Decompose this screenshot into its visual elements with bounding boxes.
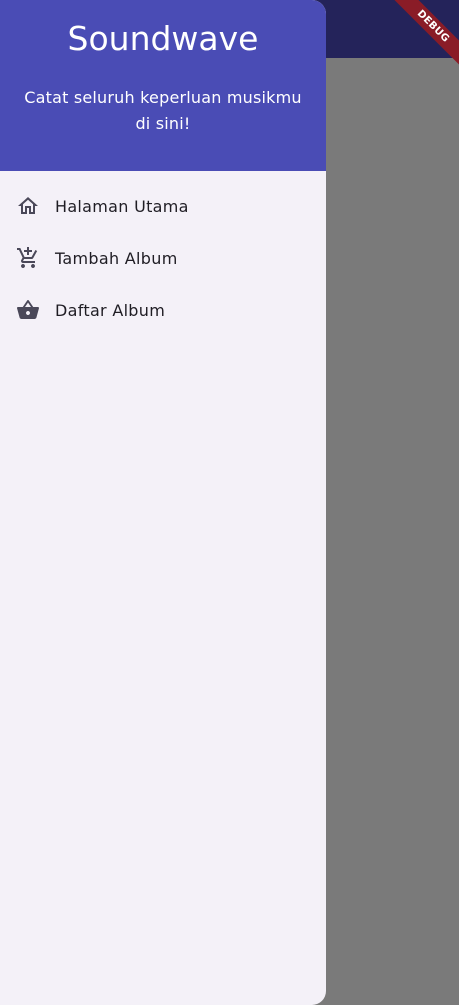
- debug-banner-label: DEBUG: [384, 0, 459, 75]
- drawer-title: Soundwave: [67, 19, 259, 58]
- navigation-drawer: Soundwave Catat seluruh keperluan musikm…: [0, 0, 326, 1005]
- shopping-basket-icon: [16, 298, 40, 322]
- drawer-item-tambah-album[interactable]: Tambah Album: [0, 232, 326, 284]
- drawer-item-daftar-album[interactable]: Daftar Album: [0, 284, 326, 336]
- home-icon: [16, 194, 40, 218]
- app-screen: DEBUG Soundwave Catat seluruh keperluan …: [0, 0, 459, 1005]
- drawer-subtitle: Catat seluruh keperluan musikmu di sini!: [24, 88, 302, 133]
- drawer-item-halaman-utama[interactable]: Halaman Utama: [0, 180, 326, 232]
- drawer-item-label: Tambah Album: [55, 248, 178, 268]
- drawer-menu: Halaman Utama Tambah Album Daftar Album: [0, 171, 326, 336]
- drawer-item-label: Halaman Utama: [55, 196, 189, 216]
- add-shopping-cart-icon: [16, 246, 40, 270]
- drawer-header: Soundwave Catat seluruh keperluan musikm…: [0, 0, 326, 171]
- debug-banner: DEBUG: [369, 0, 459, 90]
- drawer-item-label: Daftar Album: [55, 300, 166, 320]
